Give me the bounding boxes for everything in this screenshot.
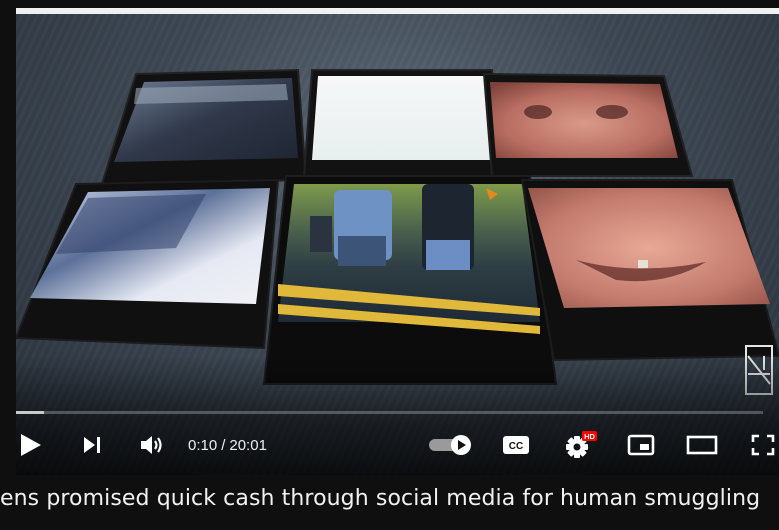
play-button[interactable] xyxy=(16,422,50,468)
phone-back-left xyxy=(100,68,308,186)
progress-played xyxy=(16,411,44,414)
fullscreen-icon xyxy=(751,434,775,456)
theater-mode-button[interactable] xyxy=(682,422,722,468)
video-player[interactable]: 0:10/20:01 CC HD xyxy=(16,8,779,475)
player-controls: 0:10/20:01 CC HD xyxy=(16,422,779,468)
time-display: 0:10/20:01 xyxy=(188,422,267,468)
phone-front-left xyxy=(16,178,280,350)
captions-button[interactable]: CC xyxy=(498,422,534,468)
captions-icon: CC xyxy=(503,436,529,454)
phone-back-right xyxy=(482,72,694,177)
youtube-watch-page: 0:10/20:01 CC HD ens promised quick cash… xyxy=(0,0,779,530)
captions-label: CC xyxy=(509,441,523,452)
progress-bar[interactable] xyxy=(16,411,763,414)
gear-icon: HD xyxy=(566,431,597,458)
duration: 20:01 xyxy=(229,436,267,454)
volume-icon xyxy=(141,436,162,454)
autoplay-toggle-icon xyxy=(429,435,471,455)
fullscreen-button[interactable] xyxy=(746,422,779,468)
phone-back-center xyxy=(302,69,502,177)
settings-button[interactable]: HD xyxy=(560,422,600,468)
autoplay-toggle[interactable] xyxy=(426,422,476,468)
miniplayer-icon xyxy=(627,434,655,456)
phone-front-right xyxy=(520,179,779,362)
miniplayer-button[interactable] xyxy=(622,422,660,468)
hd-badge-label: HD xyxy=(584,432,595,441)
next-icon xyxy=(84,437,100,453)
theater-icon xyxy=(686,435,718,455)
video-title-area: ens promised quick cash through social m… xyxy=(0,486,779,530)
time-separator: / xyxy=(221,436,226,454)
play-icon xyxy=(21,434,41,456)
next-button[interactable] xyxy=(74,422,110,468)
player-top-edge xyxy=(16,8,779,14)
current-time: 0:10 xyxy=(188,436,218,454)
video-title: ens promised quick cash through social m… xyxy=(0,486,761,511)
phone-front-center xyxy=(262,175,558,385)
volume-button[interactable] xyxy=(134,422,170,468)
